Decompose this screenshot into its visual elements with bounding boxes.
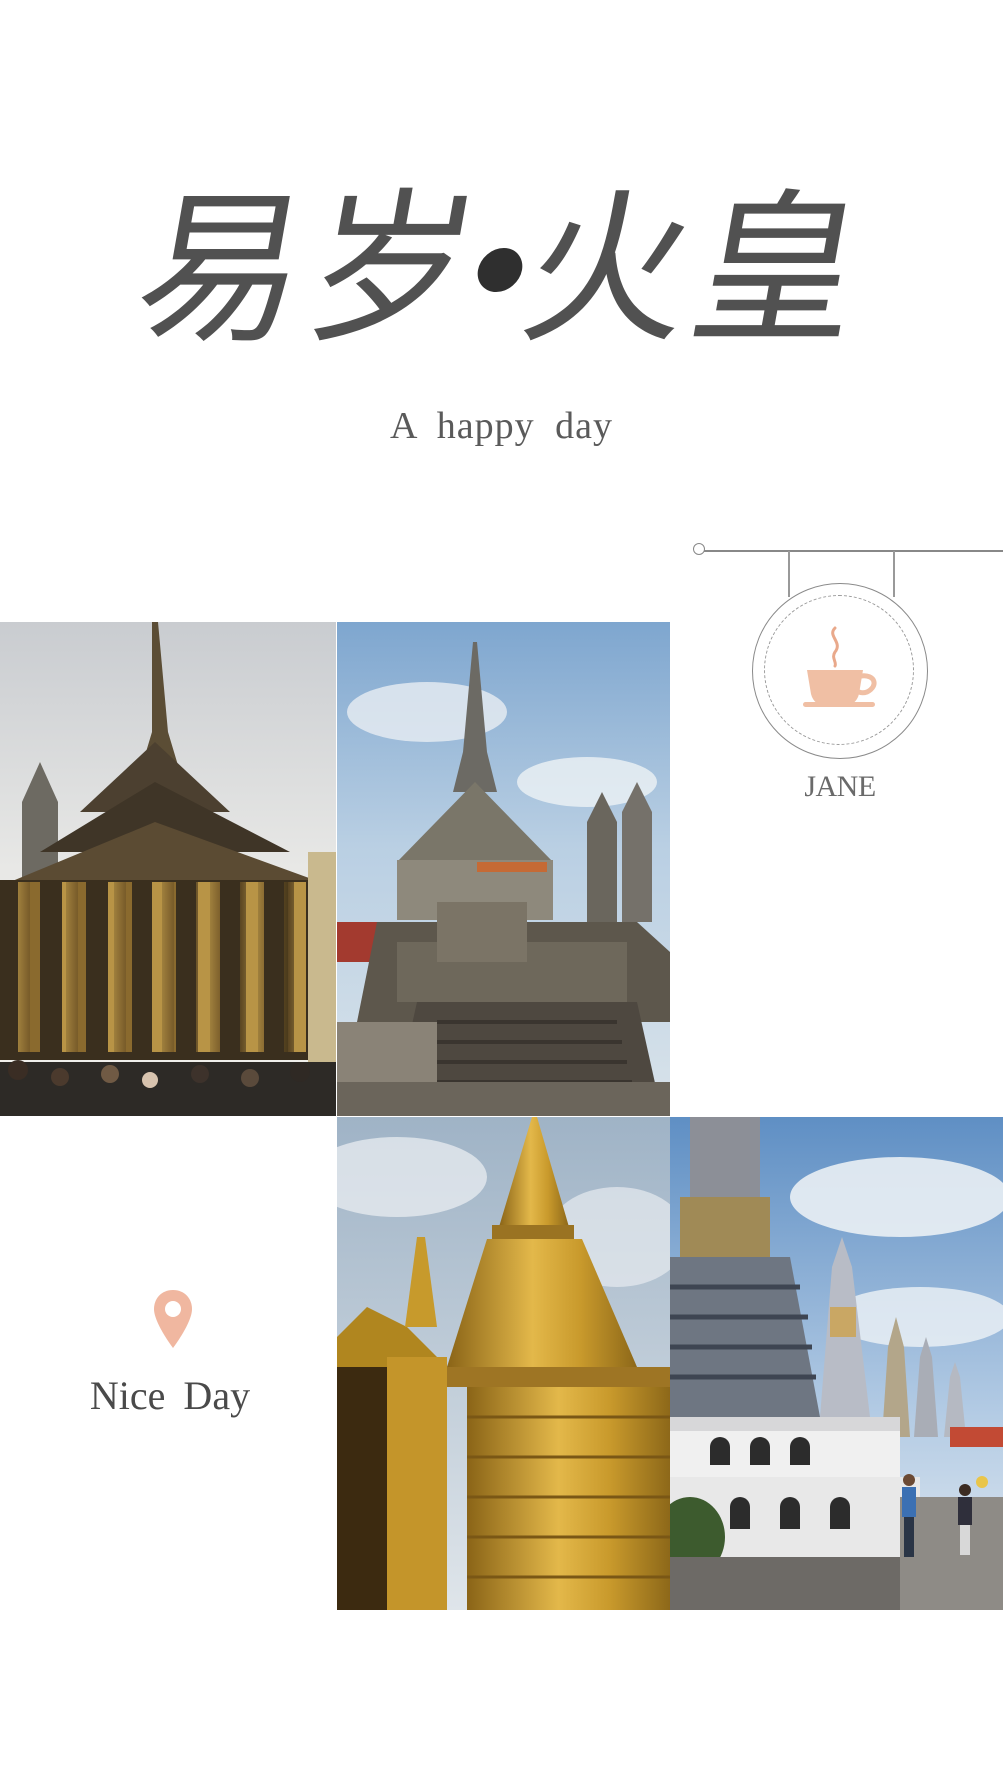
golden-chedi-photo: [337, 1117, 670, 1610]
hanging-knot: [693, 543, 705, 555]
coffee-cup-icon: [803, 626, 877, 707]
location-label: Nice Day: [89, 1373, 251, 1418]
title-char-2: 岁: [292, 173, 492, 366]
title-char-4: 皇: [678, 173, 878, 366]
title-dot: [474, 248, 526, 292]
title-char-3: 火: [509, 173, 709, 366]
photo-temple-columns: [0, 622, 336, 1116]
title-char-1: 易: [123, 173, 323, 366]
map-pin-icon: [154, 1290, 192, 1348]
white-prang-towers-photo: [670, 1117, 1003, 1610]
photo-golden-chedi: [337, 1117, 670, 1610]
badge-label: JANE: [804, 770, 876, 803]
page-title: 易 岁 火 皇: [122, 170, 877, 370]
hanging-string-right: [893, 551, 895, 597]
hanging-string-left: [788, 551, 790, 597]
subtitle: A happy day: [389, 405, 614, 447]
page: 易 岁 火 皇 A happy day JANE Nice Day: [0, 0, 1003, 1784]
photo-stone-model: [337, 622, 670, 1116]
coffee-badge: [752, 583, 928, 759]
temple-stone-model-photo: [337, 622, 670, 1116]
temple-golden-columns-photo: [0, 622, 336, 1116]
photo-prang-towers: [670, 1117, 1003, 1610]
hanging-line: [700, 550, 1003, 552]
